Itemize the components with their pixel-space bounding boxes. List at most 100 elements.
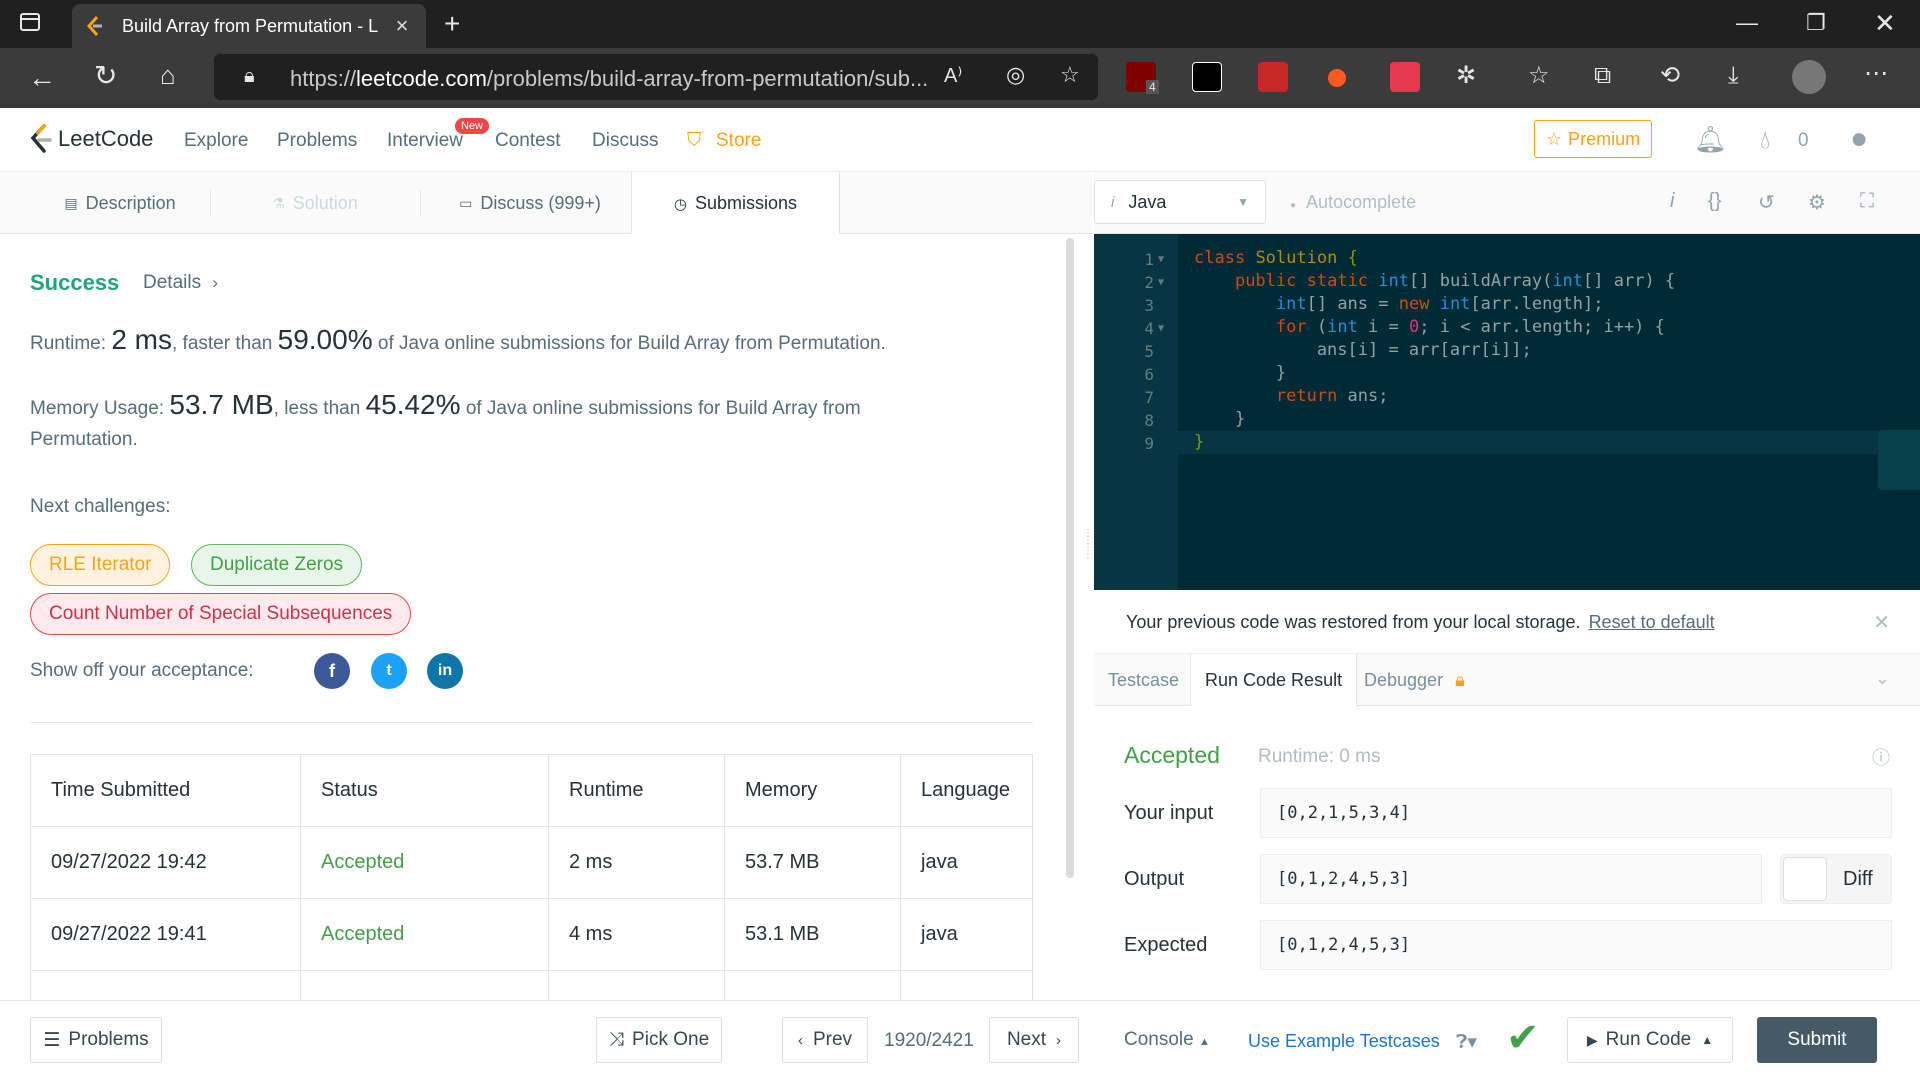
profile-avatar[interactable] [1792, 60, 1826, 94]
extension-flame-icon[interactable] [1322, 62, 1352, 92]
next-button[interactable]: Next › [989, 1017, 1079, 1063]
tab-discuss[interactable]: ▭ Discuss (999+) [430, 172, 630, 234]
section-divider [30, 722, 1033, 723]
tab-solution[interactable]: ⚗ Solution [220, 172, 410, 234]
read-aloud-icon[interactable]: A⁾ [944, 66, 962, 86]
close-tab-icon[interactable]: × [390, 13, 414, 39]
notification-bell-icon[interactable]: 🔔︎ [1694, 124, 1727, 155]
braces-icon[interactable]: {} [1708, 190, 1721, 213]
extension-pink-icon[interactable] [1390, 62, 1420, 92]
fold-arrow-icon[interactable]: ▼ [1158, 254, 1164, 265]
challenge-chip[interactable]: Count Number of Special Subsequences [30, 593, 412, 635]
problems-list-button[interactable]: ☰ Problems [30, 1017, 162, 1063]
url-text[interactable]: https://leetcode.com/problems/build-arra… [290, 66, 940, 92]
help-icon[interactable]: ⓘ [1872, 744, 1890, 770]
tab-debugger[interactable]: Debugger 🔒︎ [1350, 654, 1479, 706]
history-icon[interactable]: ⟲ [1660, 64, 1680, 88]
collapse-chevron-icon[interactable]: ⌄ [1875, 668, 1890, 689]
line-number: 4 [1144, 319, 1154, 338]
code-line: public static int[] buildArray(int[] arr… [1234, 271, 1676, 291]
nav-contest[interactable]: Contest [495, 130, 560, 152]
caret-down-icon: ▼ [1237, 195, 1249, 209]
minimize-icon[interactable]: — [1736, 12, 1758, 34]
fold-arrow-icon[interactable]: ▼ [1158, 323, 1164, 334]
nav-store[interactable]: Store [716, 130, 761, 152]
tab-submissions[interactable]: ◷ Submissions [631, 172, 840, 235]
pick-one-button[interactable]: ⤨ Pick One [596, 1017, 722, 1063]
run-code-button[interactable]: ▶ Run Code ▲ [1567, 1017, 1733, 1063]
facebook-icon[interactable]: f [314, 653, 350, 689]
help-dropdown-icon[interactable]: ❓︎▾ [1456, 1031, 1477, 1054]
downloads-icon[interactable]: ⤓ [1728, 64, 1739, 88]
add-favorite-icon[interactable]: ☆ [1060, 64, 1080, 86]
lighthouse-icon[interactable] [1192, 62, 1222, 92]
submit-button[interactable]: Submit [1757, 1017, 1877, 1063]
streak-flame-icon[interactable]: 💧︎ [1760, 124, 1770, 156]
close-notice-icon[interactable]: ✕ [1873, 610, 1890, 635]
reset-to-default-link[interactable]: Reset to default [1589, 612, 1715, 632]
tracking-icon[interactable]: ◎ [1006, 64, 1025, 86]
details-label: Details [143, 272, 202, 293]
nav-explore[interactable]: Explore [184, 130, 248, 152]
extension-red-icon[interactable] [1258, 62, 1288, 92]
nav-problems[interactable]: Problems [277, 130, 357, 152]
cell-empty [548, 970, 725, 1000]
extensions-icon[interactable]: ✲ [1456, 64, 1476, 88]
user-avatar-icon[interactable]: ● [1850, 122, 1868, 156]
cell-empty [30, 970, 301, 1000]
diff-toggle[interactable]: Diff [1780, 854, 1892, 904]
more-icon[interactable]: ⋯ [1864, 62, 1888, 86]
leetcode-logo[interactable]: LeetCode [28, 124, 153, 154]
autocomplete-toggle[interactable]: ● Autocomplete [1290, 192, 1416, 213]
back-icon[interactable]: ← [28, 64, 56, 92]
chevron-left-icon: ‹ [797, 1031, 803, 1049]
cell-status-link[interactable]: Accepted [300, 826, 549, 899]
expected-label: Expected [1124, 934, 1208, 956]
copy-code-icon[interactable] [1878, 430, 1920, 490]
address-bar[interactable]: 🔒︎ https://leetcode.com/problems/build-a… [214, 54, 1098, 100]
tab-testcase[interactable]: Testcase [1094, 654, 1193, 706]
linkedin-icon[interactable]: in [427, 653, 463, 689]
challenge-chip[interactable]: Duplicate Zeros [191, 544, 363, 586]
nav-interview[interactable]: Interview [387, 130, 463, 152]
twitter-icon[interactable]: t [371, 653, 407, 689]
code-editor[interactable]: 1 2 3 4 5 6 7 8 9 ▼ ▼ ▼ class Solution {… [1094, 234, 1920, 590]
browser-tab-active[interactable]: Build Array from Permutation - L × [72, 4, 426, 48]
new-tab-icon[interactable]: + [444, 10, 460, 38]
left-scrollbar[interactable] [1066, 238, 1074, 878]
info-icon[interactable]: i [1670, 190, 1674, 213]
lock-icon: 🔒︎ [1455, 669, 1465, 690]
challenge-chip[interactable]: RLE Iterator [30, 544, 171, 586]
favorites-icon[interactable]: ☆ [1528, 64, 1550, 88]
console-toggle[interactable]: Console ▲ [1124, 1029, 1210, 1051]
shuffle-icon: ⤨ [608, 1029, 625, 1050]
tab-discuss-label: Discuss (999+) [480, 192, 601, 213]
fold-arrow-icon[interactable]: ▼ [1158, 277, 1164, 288]
home-icon[interactable]: ⌂ [160, 62, 176, 88]
nav-discuss[interactable]: Discuss [592, 130, 659, 152]
cell-language: java [900, 826, 1033, 899]
panel-resize-handle[interactable]: ⋮ ⋮ ⋮ ⋮ [1083, 529, 1093, 600]
close-window-icon[interactable]: ✕ [1874, 10, 1896, 36]
tab-actions-icon[interactable] [20, 12, 40, 36]
refresh-icon[interactable]: ↻ [94, 62, 117, 90]
reset-icon[interactable]: ↺ [1758, 190, 1775, 215]
restore-notice: Your previous code was restored from you… [1094, 590, 1920, 654]
details-link[interactable]: Details › [143, 272, 218, 294]
output-value: [0,1,2,4,5,3] [1260, 854, 1762, 904]
lock-icon[interactable]: 🔒︎ [244, 66, 255, 86]
prev-button[interactable]: ‹ Prev [782, 1017, 868, 1063]
premium-button[interactable]: ☆ Premium [1534, 120, 1652, 158]
settings-icon[interactable]: ⚙ [1808, 190, 1826, 215]
fullscreen-icon[interactable]: ⛶ [1860, 190, 1874, 213]
notice-message: Your previous code was restored from you… [1126, 612, 1581, 632]
cell-status-link[interactable]: Accepted [300, 898, 549, 971]
use-example-testcases-link[interactable]: Use Example Testcases [1248, 1031, 1440, 1052]
restore-icon[interactable]: ❐ [1806, 12, 1826, 34]
tab-description[interactable]: ▤ Description [30, 172, 210, 234]
language-select[interactable]: i Java ▼ [1094, 180, 1266, 224]
collections-icon[interactable]: ⧉ [1594, 64, 1611, 88]
code-line: for (int i = 0; i < arr.length; i++) { [1275, 317, 1665, 337]
tab-run-code-result[interactable]: Run Code Result [1190, 654, 1358, 707]
table-row [30, 970, 1033, 1000]
